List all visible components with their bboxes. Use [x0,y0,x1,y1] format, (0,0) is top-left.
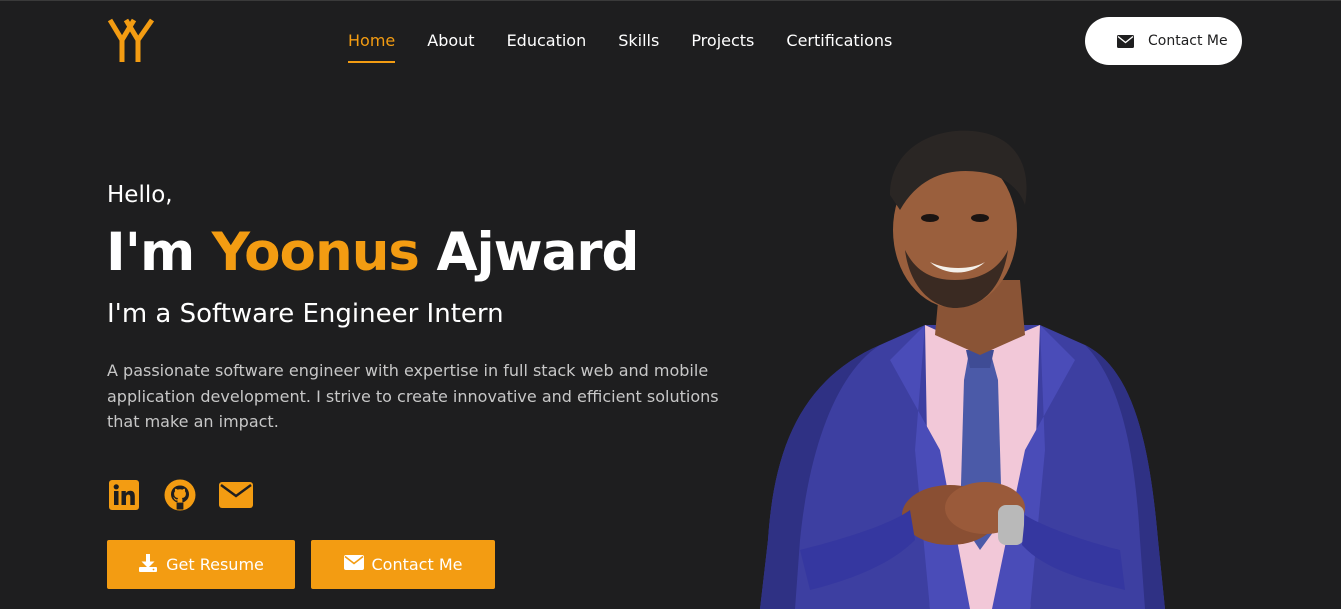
nav-item-education[interactable]: Education [507,30,587,64]
hero-role: I'm a Software Engineer Intern [107,299,504,329]
contact-me-label: Contact Me [371,555,463,574]
portfolio-page: Home About Education Skills Projects Cer… [0,0,1341,609]
main-nav: Home About Education Skills Projects Cer… [348,30,924,64]
nav-item-skills[interactable]: Skills [618,30,659,64]
nav-item-home[interactable]: Home [348,30,396,64]
envelope-icon[interactable] [219,478,253,512]
linkedin-icon[interactable] [107,478,141,512]
get-resume-label: Get Resume [166,555,264,574]
hero-greeting: Hello, [107,182,173,208]
social-links [107,478,275,512]
hero-last-name: Ajward [436,222,639,283]
yy-monogram-logo-icon[interactable] [106,16,156,66]
nav-item-about[interactable]: About [427,30,474,64]
hero-bio: A passionate software engineer with expe… [107,361,719,431]
nav-item-projects[interactable]: Projects [691,30,754,64]
hero-name: I'm Yoonus Ajward [106,222,639,283]
header-contact-label: Contact Me [1148,33,1228,49]
envelope-icon [1117,34,1134,48]
github-icon[interactable] [163,478,197,512]
hero-intro-prefix: I'm [106,222,195,283]
nav-item-certifications[interactable]: Certifications [786,30,892,64]
top-border [0,0,1341,1]
envelope-icon [343,555,364,574]
hero-first-name: Yoonus [211,222,420,283]
person-in-blue-suit-photo [740,120,1180,609]
header-contact-button[interactable]: Contact Me [1085,17,1242,65]
download-icon [138,553,158,577]
contact-me-button[interactable]: Contact Me [311,540,495,589]
get-resume-button[interactable]: Get Resume [107,540,295,589]
